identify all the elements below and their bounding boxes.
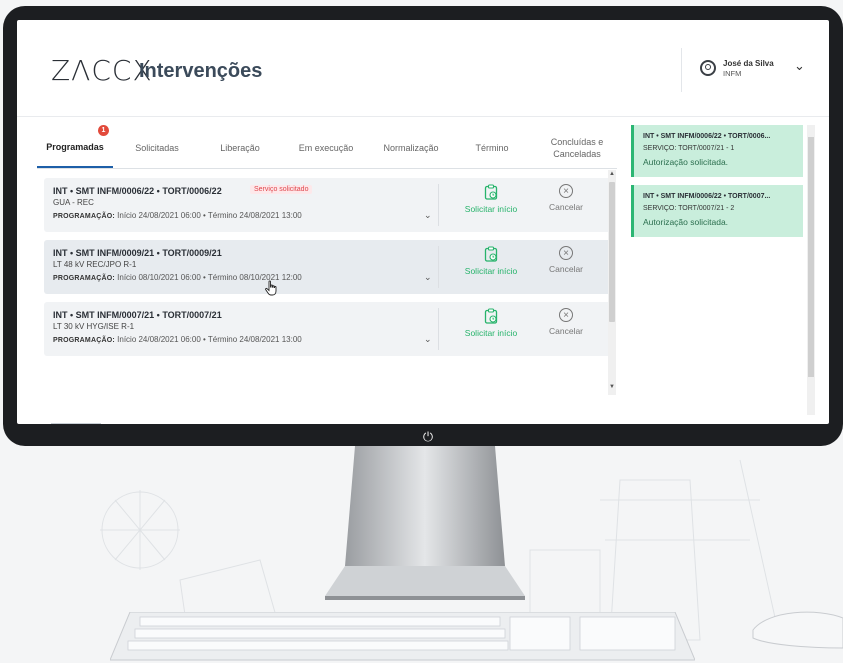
clipboard-clock-icon <box>484 308 498 324</box>
hand-pointer-icon <box>265 280 277 296</box>
tab-label: Em execução <box>298 143 354 153</box>
notification-title: INT • SMT INFM/0006/22 • TORT/0007... <box>643 193 771 200</box>
notification-card[interactable]: INT • SMT INFM/0006/22 • TORT/0006... SE… <box>631 125 803 177</box>
schedule-label: PROGRAMAÇÃO: <box>53 275 115 282</box>
divider <box>438 308 439 350</box>
horizontal-scrollbar[interactable] <box>51 423 101 424</box>
tab-liberacao[interactable]: Liberação <box>203 128 277 168</box>
scroll-up-icon[interactable]: ▲ <box>609 171 615 177</box>
mouse <box>752 611 843 649</box>
tab-label: Normalização <box>383 143 439 153</box>
close-circle-icon: × <box>559 246 573 260</box>
close-circle-icon: × <box>559 308 573 322</box>
divider <box>438 184 439 226</box>
scrollbar-thumb[interactable] <box>808 137 814 377</box>
intervention-card[interactable]: INT • SMT INFM/0009/21 • TORT/0009/21 LT… <box>44 240 612 296</box>
request-start-button[interactable]: Solicitar início <box>452 184 530 214</box>
chevron-down-icon[interactable]: ⌄ <box>794 58 805 74</box>
tab-programadas[interactable]: Programadas 1 <box>37 125 113 168</box>
tab-label: Concluídas e Canceladas <box>550 137 604 159</box>
user-name: José da Silva <box>723 59 774 68</box>
cancel-label: Cancelar <box>548 326 584 336</box>
tab-concluidas-canceladas[interactable]: Concluídas e Canceladas <box>539 128 615 168</box>
notification-status: Autorização solicitada. <box>643 157 729 167</box>
intervention-card[interactable]: INT • SMT INFM/0006/22 • TORT/0006/22 Se… <box>44 178 612 232</box>
scrollbar-thumb[interactable] <box>609 182 615 322</box>
card-title: INT • SMT INFM/0007/21 • TORT/0007/21 <box>53 310 222 320</box>
tab-label: Programadas <box>46 142 104 152</box>
user-role: INFM <box>723 69 742 78</box>
cancel-button[interactable]: × Cancelar <box>536 184 596 212</box>
tab-label: Liberação <box>220 143 260 153</box>
power-icon[interactable]: ⏻ <box>420 429 436 445</box>
notification-card[interactable]: INT • SMT INFM/0006/22 • TORT/0007... SE… <box>631 185 803 237</box>
request-start-button[interactable]: Solicitar início <box>452 308 530 338</box>
card-schedule: PROGRAMAÇÃO: Início 24/08/2021 06:00 • T… <box>53 335 302 344</box>
notification-title: INT • SMT INFM/0006/22 • TORT/0006... <box>643 133 771 140</box>
top-bar: ZΛCCX Intervenções José da Silva INFM ⌄ <box>17 20 829 117</box>
scroll-down-icon[interactable]: ▼ <box>609 384 615 390</box>
cancel-button[interactable]: × Cancelar <box>536 308 596 336</box>
notification-service: SERVIÇO: TORT/0007/21 - 2 <box>643 205 735 212</box>
tab-termino[interactable]: Término <box>457 128 527 168</box>
chevron-down-icon[interactable]: ⌄ <box>424 272 432 283</box>
request-start-label: Solicitar início <box>464 266 518 276</box>
panel-scrollbar[interactable] <box>807 125 815 415</box>
clipboard-clock-icon <box>484 246 498 262</box>
chevron-down-icon[interactable]: ⌄ <box>424 334 432 345</box>
status-tabs: Programadas 1 Solicitadas Liberação Em e… <box>37 125 617 169</box>
card-schedule: PROGRAMAÇÃO: Início 24/08/2021 06:00 • T… <box>53 211 302 220</box>
card-title: INT • SMT INFM/0009/21 • TORT/0009/21 <box>53 248 222 258</box>
card-title: INT • SMT INFM/0006/22 • TORT/0006/22 <box>53 186 222 196</box>
cancel-label: Cancelar <box>548 264 584 274</box>
schedule-text: Início 24/08/2021 06:00 • Término 24/08/… <box>117 211 302 220</box>
card-subtitle: LT 30 kV HYG/ISE R-1 <box>53 322 135 331</box>
status-badge: Serviço solicitado <box>250 185 313 194</box>
request-start-label: Solicitar início <box>464 204 518 214</box>
card-subtitle: LT 48 kV REC/JPO R-1 <box>53 260 137 269</box>
schedule-text: Início 24/08/2021 06:00 • Término 24/08/… <box>117 335 302 344</box>
user-menu[interactable]: José da Silva INFM ⌄ <box>681 48 829 92</box>
list-scrollbar[interactable]: ▲ ▼ <box>608 170 616 395</box>
clipboard-clock-icon <box>484 184 498 200</box>
tab-em-execucao[interactable]: Em execução <box>287 128 365 168</box>
request-start-button[interactable]: Solicitar início <box>452 246 530 276</box>
chevron-down-icon[interactable]: ⌄ <box>424 210 432 221</box>
request-start-label: Solicitar início <box>464 328 518 338</box>
schedule-label: PROGRAMAÇÃO: <box>53 337 115 344</box>
notification-badge: 1 <box>98 125 109 136</box>
app-screen: ZΛCCX Intervenções José da Silva INFM ⌄ … <box>17 20 829 424</box>
app-logo[interactable]: ZΛCCX <box>51 54 153 87</box>
tab-solicitadas[interactable]: Solicitadas <box>121 128 193 168</box>
user-circle-icon <box>700 60 716 76</box>
tab-label: Término <box>475 143 509 153</box>
page-title: Intervenções <box>139 60 263 82</box>
monitor-stand <box>325 446 525 600</box>
monitor-frame: ZΛCCX Intervenções José da Silva INFM ⌄ … <box>3 6 843 446</box>
cancel-button[interactable]: × Cancelar <box>536 246 596 274</box>
tab-normalizacao[interactable]: Normalização <box>371 128 451 168</box>
cancel-label: Cancelar <box>548 202 584 212</box>
intervention-card[interactable]: INT • SMT INFM/0007/21 • TORT/0007/21 LT… <box>44 302 612 356</box>
tab-label: Solicitadas <box>135 143 179 153</box>
notification-service: SERVIÇO: TORT/0007/21 - 1 <box>643 145 735 152</box>
notification-status: Autorização solicitada. <box>643 217 729 227</box>
divider <box>438 246 439 288</box>
card-subtitle: GUA - REC <box>53 198 94 207</box>
close-circle-icon: × <box>559 184 573 198</box>
keyboard <box>110 612 695 661</box>
schedule-label: PROGRAMAÇÃO: <box>53 213 115 220</box>
